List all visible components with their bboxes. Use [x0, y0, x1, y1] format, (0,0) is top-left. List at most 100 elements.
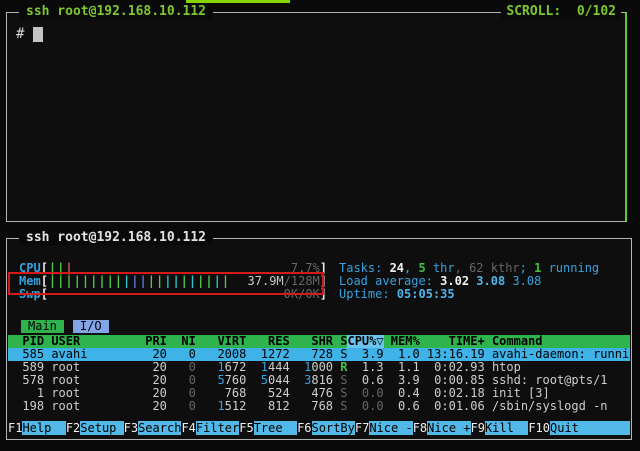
thousands-prefix: 5: [217, 373, 224, 387]
meter-bars-mem: ||||||||||||||||||||||: [48, 275, 248, 288]
cell-cmd: init [3]: [485, 387, 630, 400]
meter-value-swp: 0K/0K: [284, 288, 320, 301]
meter-bar: |: [156, 275, 164, 288]
meter-bar: |: [214, 275, 222, 288]
stat-seg: , 62 kthr: [455, 261, 520, 275]
meter-bar: |: [131, 275, 139, 288]
fkey-f6[interactable]: F6: [297, 421, 311, 435]
pane-title-bottom: ssh root@192.168.10.112: [19, 230, 213, 245]
tab-i-o[interactable]: I/O: [73, 320, 109, 333]
cell-cmd: sshd: root@pts/1: [485, 374, 630, 387]
htop-tabs: Main I/O: [21, 320, 109, 333]
stat-seg: Tasks:: [339, 261, 390, 275]
meter-value-seg: 37.9M: [248, 274, 284, 288]
column-header-cmd[interactable]: Command: [485, 335, 630, 348]
thousands-prefix: 3: [304, 373, 311, 387]
thousands-prefix: 1: [261, 347, 268, 361]
scroll-label: SCROLL:: [506, 4, 561, 19]
cell-shr: 768: [290, 400, 333, 413]
meter-bracket-open: [: [41, 288, 48, 301]
cell-cmd: avahi-daemon: running: [485, 348, 630, 361]
meter-bar: |: [205, 275, 213, 288]
stat-uptime: Uptime: 05:05:35: [327, 288, 627, 301]
htop-header-area: CPU[|||7.7%]Tasks: 24, 5 thr, 62 kthr; 1…: [19, 262, 627, 301]
text-cursor: [33, 27, 43, 42]
meter-bar: |: [172, 275, 180, 288]
fkey-f4[interactable]: F4: [181, 421, 195, 435]
stat-seg: Load average:: [339, 274, 440, 288]
stat-seg: Uptime:: [339, 287, 397, 301]
pane-title-top: ssh root@192.168.10.112: [19, 4, 213, 19]
scroll-gap: [561, 4, 577, 19]
fkey-label-quit[interactable]: Quit: [550, 421, 630, 435]
fkey-label-nice-[interactable]: Nice -: [369, 421, 412, 435]
function-key-bar: F1Help F2Setup F3SearchF4FilterF5Tree F6…: [8, 421, 630, 435]
stat-seg: thr: [426, 261, 455, 275]
process-table: PIDUSERPRINIVIRTRESSHRSCPU%▽MEM%TIME+Com…: [8, 335, 630, 413]
cell-res: 812: [246, 400, 289, 413]
fkey-label-help[interactable]: Help: [22, 421, 65, 435]
fkey-label-search[interactable]: Search: [138, 421, 181, 435]
fkey-f3[interactable]: F3: [124, 421, 138, 435]
fkey-label-filter[interactable]: Filter: [196, 421, 239, 435]
meter-bar: |: [189, 275, 197, 288]
meter-bar: |: [222, 275, 230, 288]
fkey-label-setup[interactable]: Setup: [80, 421, 123, 435]
cell-cmd: htop: [485, 361, 630, 374]
stat-seg: ,: [404, 261, 418, 275]
scroll-indicator: SCROLL: 0/102: [501, 4, 621, 19]
fkey-f8[interactable]: F8: [413, 421, 427, 435]
meter-bar: |: [107, 275, 115, 288]
fkey-f1[interactable]: F1: [8, 421, 22, 435]
meter-value-seg: /128M: [284, 274, 320, 288]
thousands-prefix: 1: [304, 360, 311, 374]
cell-pid: 198: [8, 400, 44, 413]
meter-bar: |: [49, 275, 57, 288]
meter-value-seg: 7.7%: [291, 261, 320, 275]
stat-seg: ;: [520, 261, 534, 275]
cell-mem: 0.6: [384, 400, 420, 413]
meter-bar: |: [65, 262, 73, 275]
stat-seg: 24: [390, 261, 404, 275]
cell-time: 0:01.06: [420, 400, 485, 413]
meter-bar: |: [65, 275, 73, 288]
process-row[interactable]: 198root2001512812768S0.00.60:01.06/sbin/…: [8, 400, 630, 413]
fkey-f10[interactable]: F10: [528, 421, 550, 435]
stat-seg: 3.08: [512, 274, 541, 288]
fkey-f2[interactable]: F2: [66, 421, 80, 435]
cell-user: root: [44, 400, 131, 413]
fkey-label-kill[interactable]: Kill: [485, 421, 528, 435]
cell-cmd: /sbin/syslogd -n: [485, 400, 630, 413]
meter-swp: Swp[0K/0K]: [19, 288, 327, 301]
meter-bar: |: [98, 275, 106, 288]
stat-seg: 05:05:35: [397, 287, 455, 301]
fkey-f5[interactable]: F5: [239, 421, 253, 435]
thousands-prefix: 5: [261, 373, 268, 387]
cell-s: S: [333, 400, 347, 413]
cell-virt: 1512: [196, 400, 247, 413]
fkey-f7[interactable]: F7: [355, 421, 369, 435]
fkey-f9[interactable]: F9: [471, 421, 485, 435]
meter-label-swp: Swp: [19, 288, 41, 301]
meter-bar: |: [181, 275, 189, 288]
fkey-label-sortby[interactable]: SortBy: [312, 421, 355, 435]
thousands-prefix: 1: [217, 360, 224, 374]
stat-seg: 5: [418, 261, 425, 275]
scroll-value: 0/102: [577, 4, 616, 19]
cell-ni: 0: [167, 400, 196, 413]
stat-seg: 3.02: [440, 274, 476, 288]
fkey-label-nice-[interactable]: Nice +: [427, 421, 470, 435]
meter-bar: |: [115, 275, 123, 288]
meter-bar: |: [74, 275, 82, 288]
prompt-symbol: #: [16, 26, 24, 42]
meter-bar: |: [49, 262, 57, 275]
meter-bars-swp: [48, 288, 284, 301]
table-body: 585avahi20020081272728S3.91.013:16.19ava…: [8, 348, 630, 413]
stat-seg: 3.08: [476, 274, 512, 288]
fkey-label-tree[interactable]: Tree: [254, 421, 297, 435]
meter-value-seg: 0K/0K: [284, 287, 320, 301]
tab-main[interactable]: Main: [21, 320, 64, 333]
terminal-pane-bottom: ssh root@192.168.10.112 CPU[|||7.7%]Task…: [6, 238, 632, 440]
thousands-prefix: 1: [261, 360, 268, 374]
meter-bar: |: [148, 275, 156, 288]
